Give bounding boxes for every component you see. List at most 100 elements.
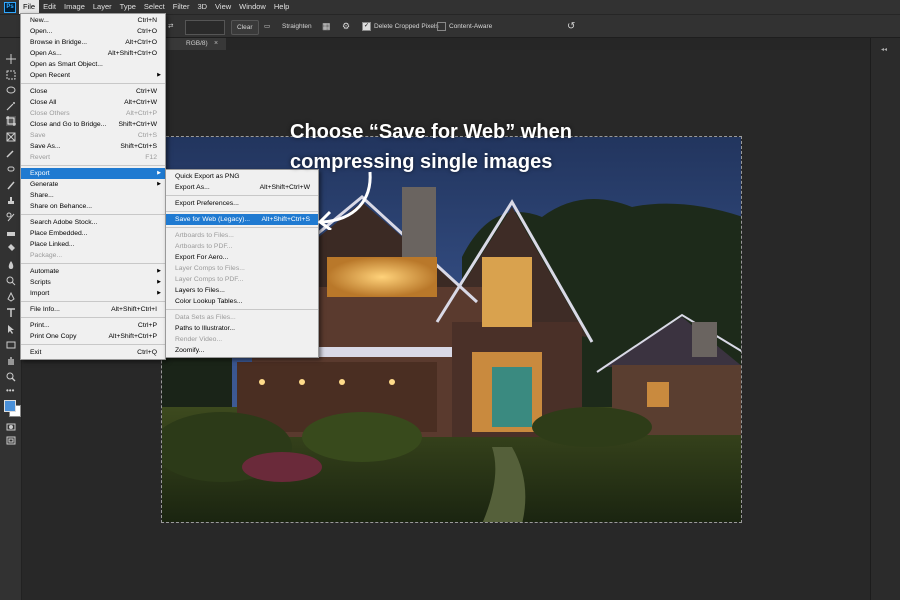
annotation-callout: Choose “Save for Web” when compressing s… (290, 117, 572, 177)
menu-item-render-video: Render Video... (175, 336, 223, 343)
menu-item-save-as[interactable]: Save As... Shift+Ctrl+S (21, 141, 165, 152)
eraser-tool-icon[interactable] (6, 228, 16, 238)
menu-item-open-as[interactable]: Open As... Alt+Shift+Ctrl+O (21, 48, 165, 59)
menu-select[interactable]: Select (140, 0, 169, 14)
menu-item-place-embedded[interactable]: Place Embedded... (21, 228, 165, 239)
menu-item-print[interactable]: Print... Ctrl+P (21, 320, 165, 331)
crop-tool-icon[interactable] (6, 116, 16, 126)
path-selection-tool-icon[interactable] (6, 324, 16, 334)
menu-filter[interactable]: Filter (169, 0, 194, 14)
menu-item-share-behance[interactable]: Share on Behance... (21, 201, 165, 212)
more-tools-icon[interactable]: ••• (6, 387, 16, 398)
file-menu: New... Ctrl+N Open... Ctrl+O Browse in Bri… (20, 13, 166, 360)
menu-item-open[interactable]: Open... Ctrl+O (21, 26, 165, 37)
menu-item-close-go-bridge[interactable]: Close and Go to Bridge... Shift+Ctrl+W (21, 119, 165, 130)
content-aware-checkbox[interactable]: Content-Aware (437, 20, 492, 33)
grid-overlay-icon[interactable]: ▦ (322, 20, 331, 33)
frame-tool-icon[interactable] (6, 132, 16, 142)
zoom-tool-icon[interactable] (6, 372, 16, 382)
menu-item-generate[interactable]: Generate ▶ (21, 179, 165, 190)
menu-file[interactable]: File (19, 0, 40, 14)
menu-item-export-preferences[interactable]: Export Preferences... (166, 198, 318, 209)
menu-view[interactable]: View (211, 0, 235, 14)
quick-mask-icon[interactable] (6, 422, 16, 432)
menu-item-export-for-aero[interactable]: Export For Aero... (166, 252, 318, 263)
dodge-tool-icon[interactable] (6, 276, 16, 286)
menu-separator (21, 317, 165, 318)
healing-brush-tool-icon[interactable] (6, 164, 16, 174)
blur-tool-icon[interactable] (6, 260, 16, 270)
menu-item-file-info[interactable]: File Info... Alt+Shift+Ctrl+I (21, 304, 165, 315)
marquee-tool-icon[interactable] (6, 70, 16, 80)
menu-item-close[interactable]: Close Ctrl+W (21, 86, 165, 97)
menu-help[interactable]: Help (270, 0, 293, 14)
straighten-icon[interactable]: ▭ (264, 20, 270, 33)
menu-item-open-recent[interactable]: Open Recent ▶ (21, 70, 165, 81)
menu-separator (21, 344, 165, 345)
screen-mode-icon[interactable] (6, 436, 16, 446)
close-tab-icon[interactable]: × (214, 38, 218, 50)
menu-item-new[interactable]: New... Ctrl+N (21, 15, 165, 26)
straighten-button[interactable]: Straighten (282, 20, 312, 33)
annotation-arrow-icon (317, 171, 372, 230)
menu-separator (21, 165, 165, 166)
foreground-color-swatch[interactable] (4, 400, 16, 412)
photoshop-logo-icon[interactable]: Ps (4, 1, 16, 13)
reset-icon[interactable]: ↺ (567, 20, 575, 33)
submenu-arrow-icon: ▶ (157, 268, 161, 274)
panel-dock: ◂◂ (870, 38, 900, 600)
history-brush-tool-icon[interactable] (6, 212, 16, 222)
menu-type[interactable]: Type (116, 0, 140, 14)
delete-cropped-checkbox[interactable]: ✓ Delete Cropped Pixels (362, 20, 439, 33)
menu-item-zoomify[interactable]: Zoomify... (166, 345, 318, 356)
clone-stamp-tool-icon[interactable] (6, 196, 16, 206)
paint-bucket-tool-icon[interactable] (6, 244, 16, 254)
menu-window[interactable]: Window (235, 0, 270, 14)
menu-item-browse-bridge[interactable]: Browse in Bridge... Alt+Ctrl+O (21, 37, 165, 48)
menu-item-open-smart-object[interactable]: Open as Smart Object... (21, 59, 165, 70)
collapse-panels-icon[interactable]: ◂◂ (881, 46, 887, 53)
brush-tool-icon[interactable] (6, 180, 16, 190)
menu-item-print-one-copy[interactable]: Print One Copy Alt+Shift+Ctrl+P (21, 331, 165, 342)
menu-layer[interactable]: Layer (89, 0, 116, 14)
menu-item-export[interactable]: Export ▶ (21, 168, 165, 179)
menu-separator (21, 263, 165, 264)
rectangle-tool-icon[interactable] (6, 340, 16, 350)
lasso-tool-icon[interactable] (6, 86, 16, 96)
menu-edit[interactable]: Edit (39, 0, 60, 14)
menu-item-share[interactable]: Share... (21, 190, 165, 201)
menu-item-export-as[interactable]: Export As... Alt+Shift+Ctrl+W (166, 182, 318, 193)
hand-tool-icon[interactable] (6, 356, 16, 366)
move-tool-icon[interactable] (6, 54, 16, 64)
swap-icon[interactable]: ⇄ (168, 20, 173, 33)
submenu-arrow-icon: ▶ (157, 170, 161, 176)
menu-item-paths-to-illustrator[interactable]: Paths to Illustrator... (166, 323, 318, 334)
menu-separator (166, 211, 318, 212)
menu-item-close-all[interactable]: Close All Alt+Ctrl+W (21, 97, 165, 108)
menu-item-save-for-web[interactable]: Save for Web (Legacy)... Alt+Shift+Ctrl+S (166, 214, 318, 225)
menu-item-import[interactable]: Import ▶ (21, 288, 165, 299)
menu-item-color-lookup-tables[interactable]: Color Lookup Tables... (166, 296, 318, 307)
eyedropper-tool-icon[interactable] (6, 148, 16, 158)
document-tab-title: RGB/8) (186, 40, 208, 47)
type-tool-icon[interactable] (6, 308, 16, 318)
menu-3d[interactable]: 3D (193, 0, 211, 14)
menu-item-place-linked[interactable]: Place Linked... (21, 239, 165, 250)
pen-tool-icon[interactable] (6, 292, 16, 302)
menu-separator (166, 309, 318, 310)
menu-image[interactable]: Image (60, 0, 89, 14)
menu-item-search-stock[interactable]: Search Adobe Stock... (21, 217, 165, 228)
menu-separator (21, 83, 165, 84)
magic-wand-tool-icon[interactable] (6, 101, 16, 111)
menu-item-scripts[interactable]: Scripts ▶ (21, 277, 165, 288)
gear-icon[interactable]: ⚙ (342, 20, 350, 33)
annotation-line-1: Choose “Save for Web” when (290, 121, 572, 143)
menu-item-layers-to-files[interactable]: Layers to Files... (166, 285, 318, 296)
menu-item-exit[interactable]: Exit Ctrl+Q (21, 347, 165, 358)
menu-item-automate[interactable]: Automate ▶ (21, 266, 165, 277)
clear-button[interactable]: Clear (231, 20, 259, 35)
menu-separator (166, 227, 318, 228)
menu-item-layer-comps-to-files: Layer Comps to Files... (175, 265, 245, 272)
content-aware-label: Content-Aware (449, 23, 493, 30)
ratio-field[interactable] (185, 20, 225, 35)
